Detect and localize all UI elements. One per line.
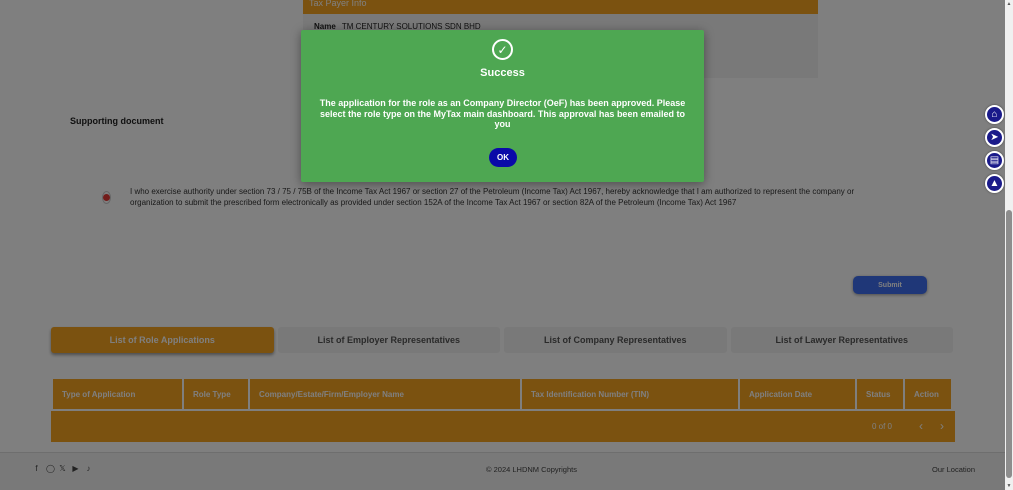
book-icon[interactable]: ▤ <box>985 151 1004 170</box>
home-icon[interactable]: ⌂ <box>985 105 1004 124</box>
scroll-thumb[interactable] <box>1006 210 1012 478</box>
scrollbar[interactable]: ▲ ▼ <box>1005 0 1013 490</box>
scroll-up-arrow-icon[interactable]: ▲ <box>1006 1 1012 7</box>
rocket-icon[interactable]: ➤ <box>985 128 1004 147</box>
graduation-cap-icon[interactable]: ▲ <box>985 174 1004 193</box>
success-dialog: ✓ Success The application for the role a… <box>301 30 704 182</box>
dialog-title: Success <box>480 67 525 79</box>
ok-button[interactable]: OK <box>489 148 517 167</box>
dialog-message: The application for the role as an Compa… <box>319 98 686 129</box>
check-circle-icon: ✓ <box>492 39 513 60</box>
side-quick-links: ⌂ ➤ ▤ ▲ <box>985 105 1004 193</box>
scroll-down-arrow-icon[interactable]: ▼ <box>1006 483 1012 489</box>
